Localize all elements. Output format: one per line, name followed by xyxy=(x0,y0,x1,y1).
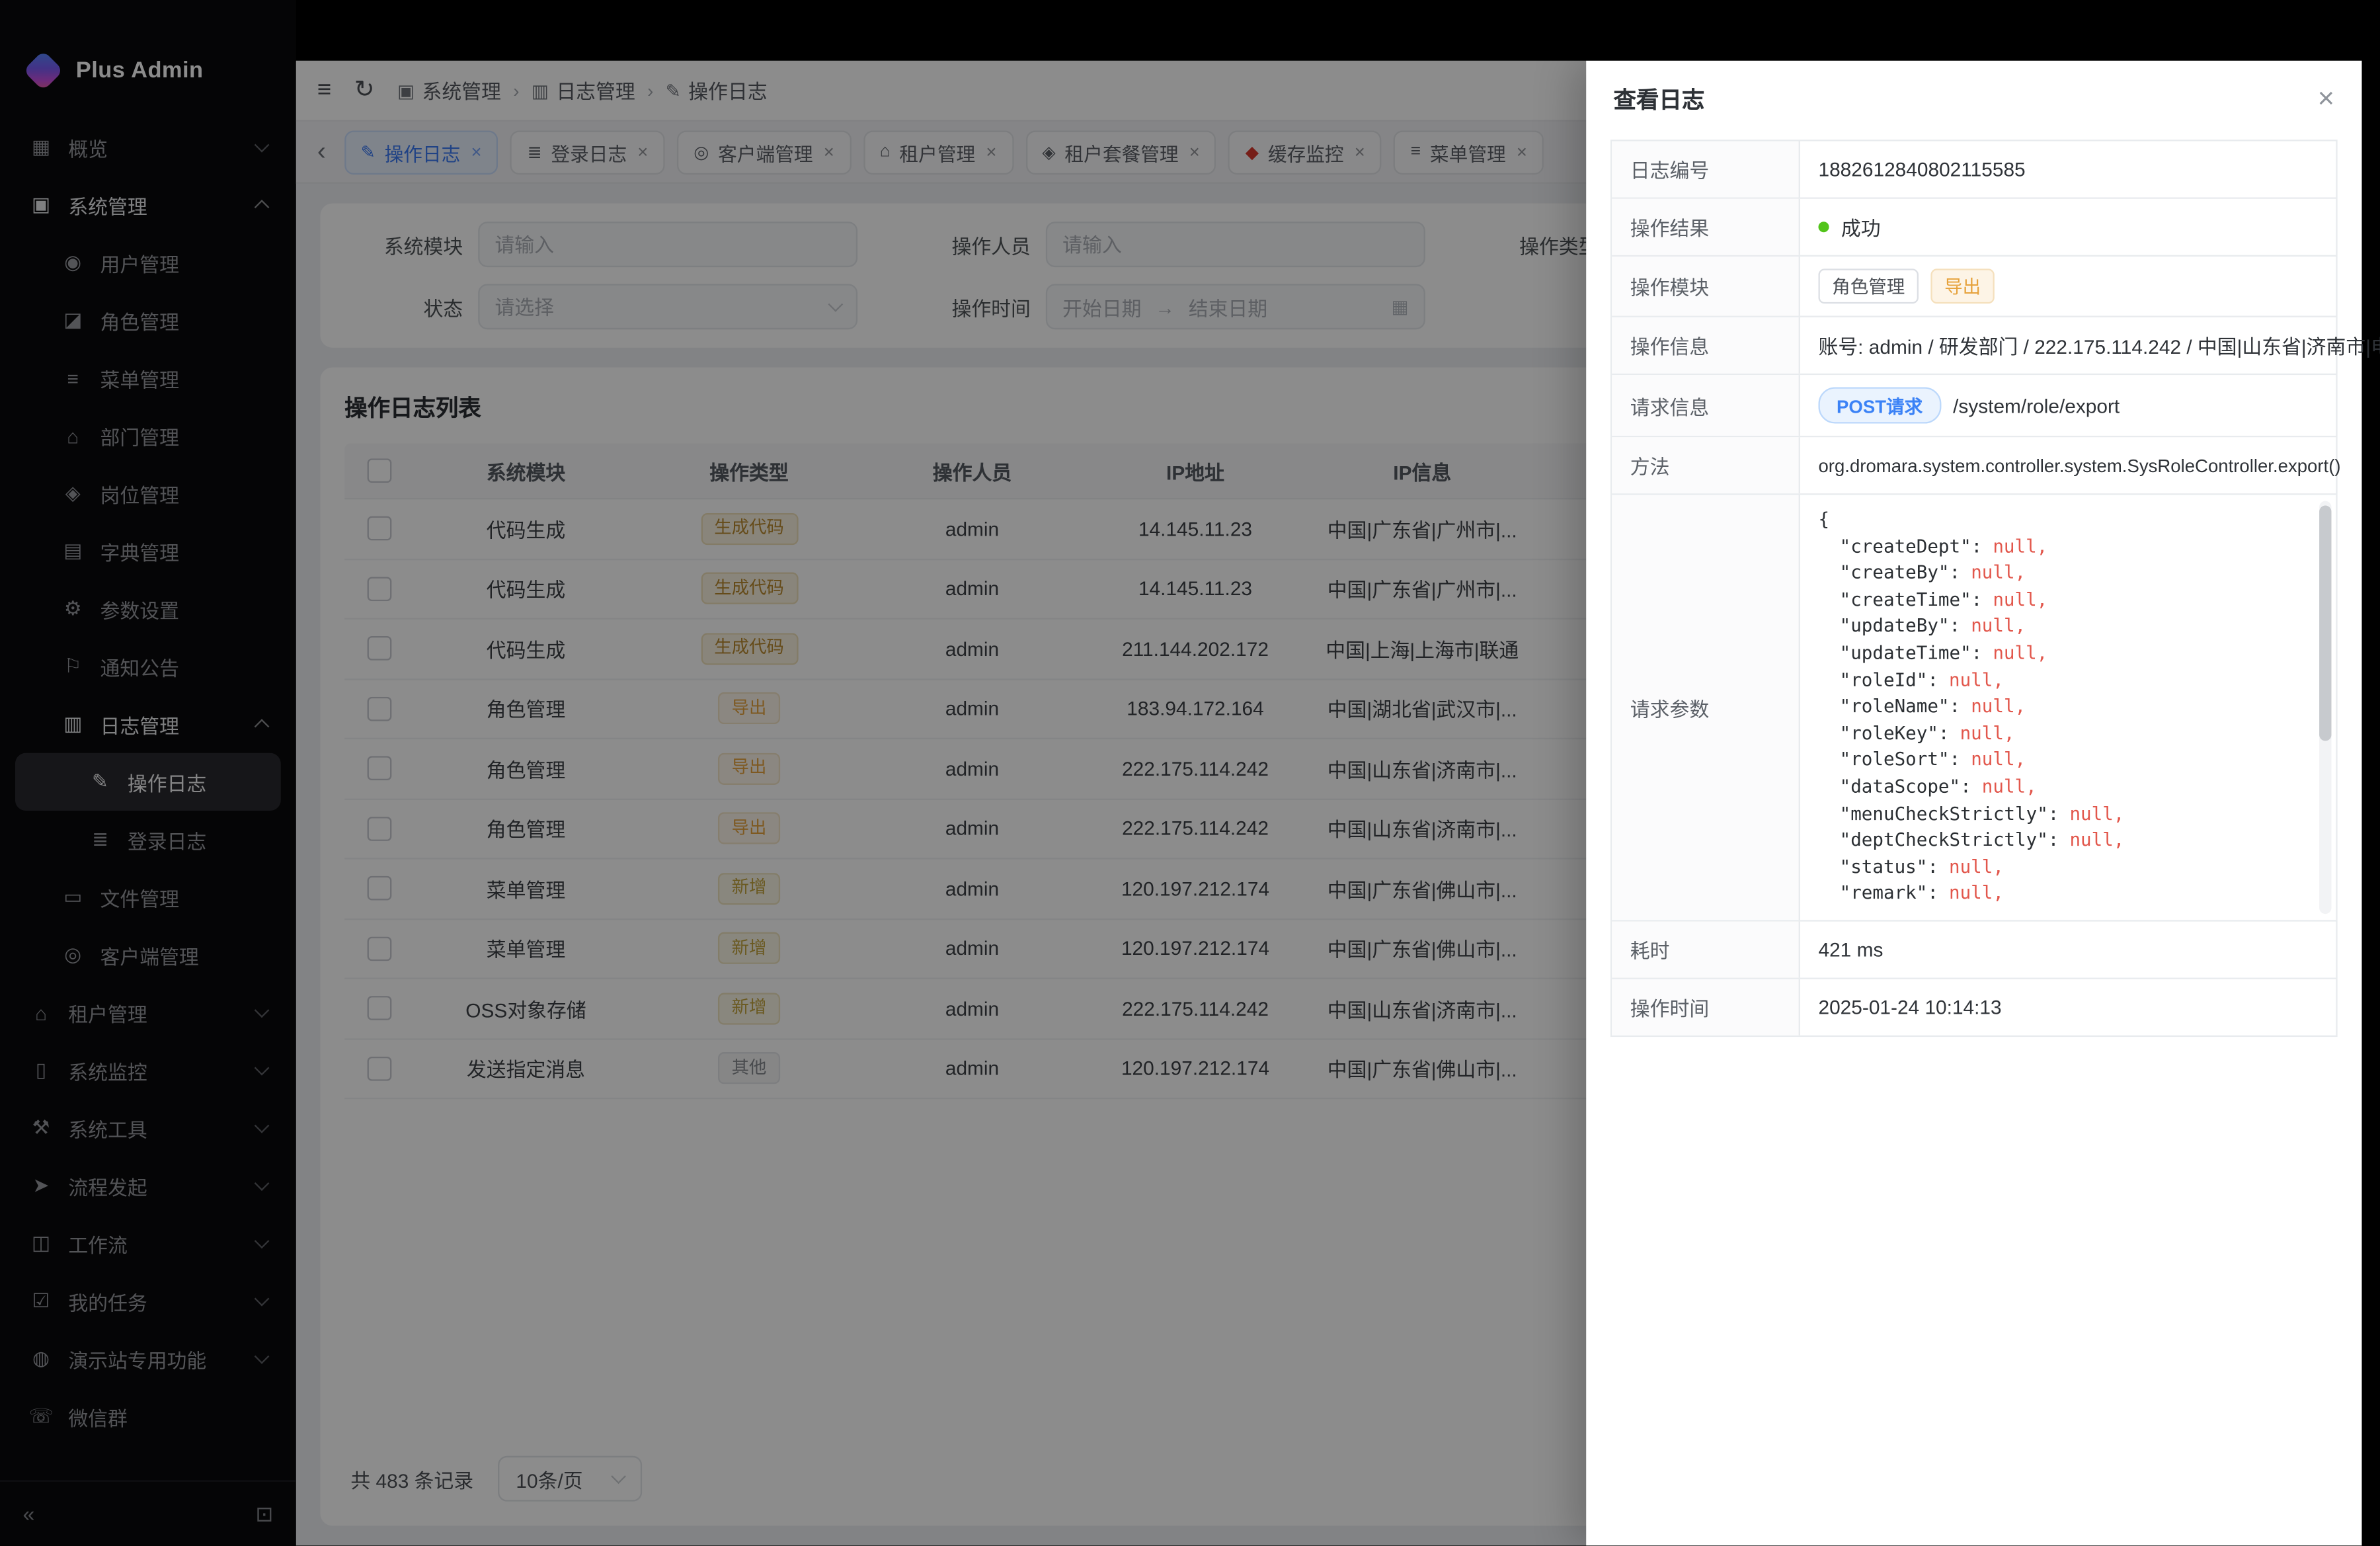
success-dot-icon xyxy=(1818,222,1829,232)
log-detail-table: 日志编号 1882612840802115585 操作结果 成功 操作模块 角色… xyxy=(1610,140,2338,1037)
duration-value: 421 ms xyxy=(1818,938,1883,961)
app-root: Plus Admin ▦ 概览 ▣ 系统管理 ◉ 用户管理 ◪ 角色管理 xyxy=(0,0,2380,1545)
field-module: 操作模块 角色管理 导出 xyxy=(1612,255,2336,316)
drawer-title: 查看日志 xyxy=(1614,83,1705,114)
result-value: 成功 xyxy=(1841,212,1881,241)
method-value: org.dromara.system.controller.system.Sys… xyxy=(1818,455,2340,476)
operation-time-value: 2025-01-24 10:14:13 xyxy=(1818,996,2001,1018)
post-method-tag: POST请求 xyxy=(1818,387,1940,423)
module-tag: 角色管理 xyxy=(1818,268,1919,304)
action-tag: 导出 xyxy=(1930,268,1994,304)
field-log-id: 日志编号 1882612840802115585 xyxy=(1612,142,2336,198)
request-params-json[interactable]: { "createDept":null, "createBy":null, "c… xyxy=(1800,495,2336,920)
drawer-header: 查看日志 × xyxy=(1586,61,2361,137)
field-info: 操作信息 账号: admin / 研发部门 / 222.175.114.242 … xyxy=(1612,316,2336,374)
log-id-value: 1882612840802115585 xyxy=(1818,158,2025,181)
field-method: 方法 org.dromara.system.controller.system.… xyxy=(1612,436,2336,493)
field-time: 操作时间 2025-01-24 10:14:13 xyxy=(1612,978,2336,1036)
field-request: 请求信息 POST请求 /system/role/export xyxy=(1612,374,2336,436)
view-log-drawer: 查看日志 × 日志编号 1882612840802115585 操作结果 成功 … xyxy=(1586,61,2361,1545)
scrollbar-track[interactable] xyxy=(2319,501,2331,914)
request-url: /system/role/export xyxy=(1953,394,2120,417)
field-params: 请求参数 { "createDept":null, "createBy":nul… xyxy=(1612,493,2336,920)
field-duration: 耗时 421 ms xyxy=(1612,920,2336,977)
scrollbar-thumb[interactable] xyxy=(2319,506,2331,741)
operation-info-value: 账号: admin / 研发部门 / 222.175.114.242 / 中国|… xyxy=(1818,331,2380,360)
close-icon[interactable]: × xyxy=(2318,84,2335,113)
field-result: 操作结果 成功 xyxy=(1612,197,2336,255)
